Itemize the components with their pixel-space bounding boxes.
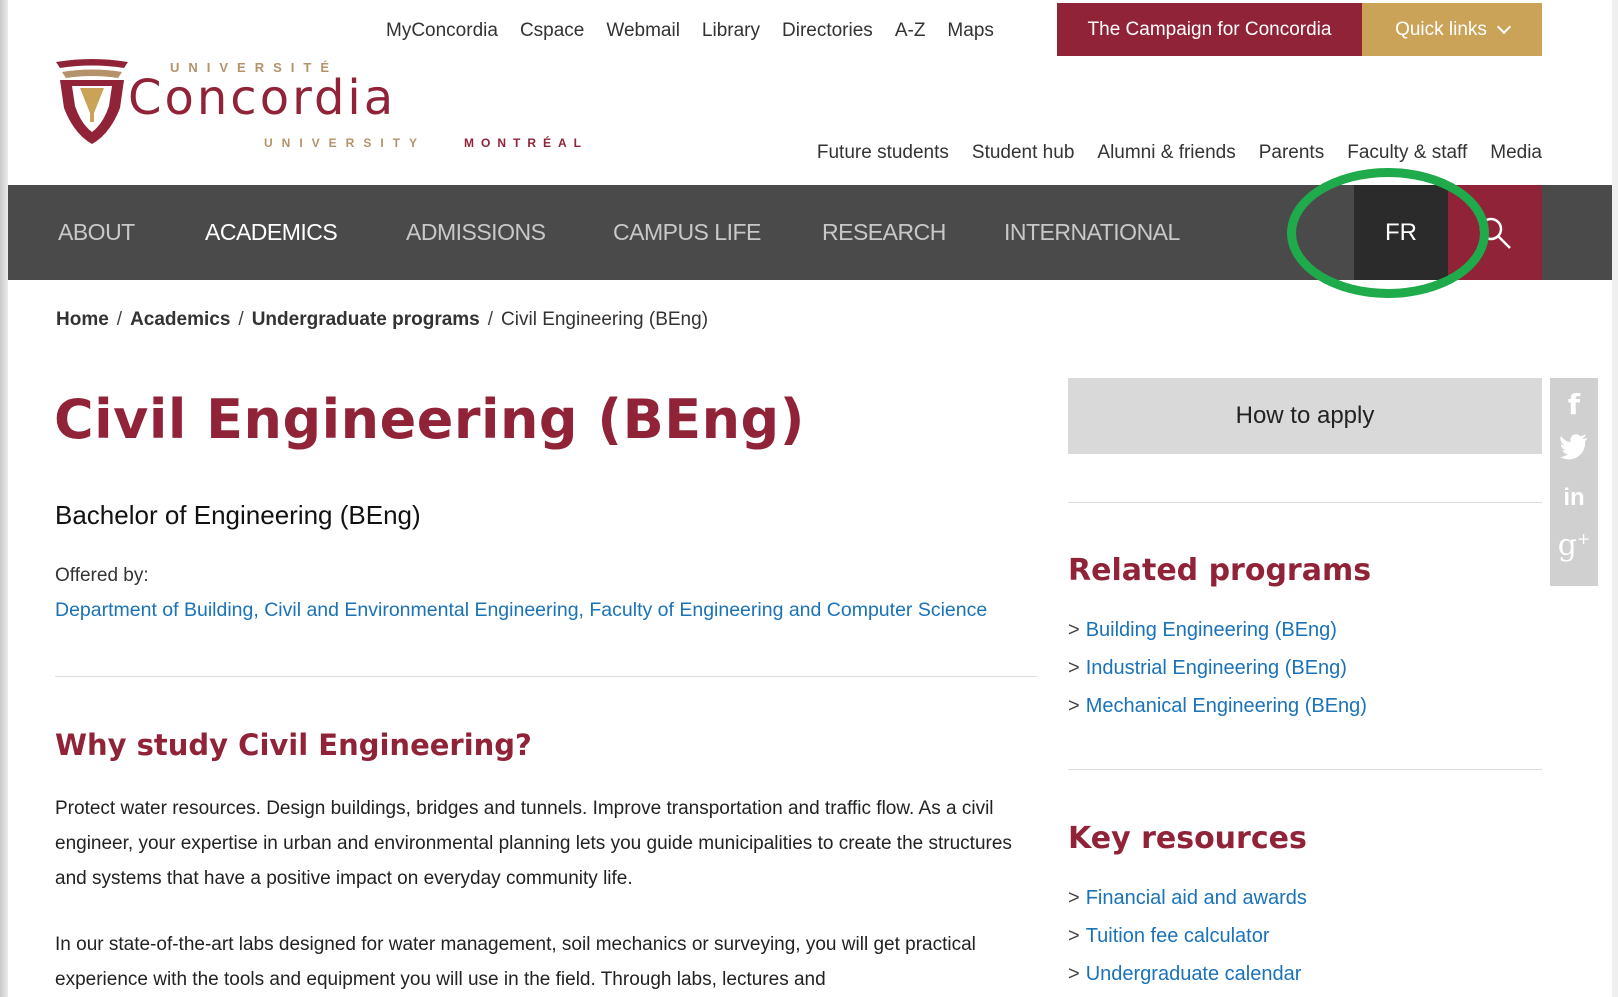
chevron-right-icon: > bbox=[1068, 963, 1080, 985]
audience-link-alumni[interactable]: Alumni & friends bbox=[1097, 140, 1235, 166]
resource-link[interactable]: Tuition fee calculator bbox=[1086, 925, 1270, 947]
breadcrumb-current: Civil Engineering (BEng) bbox=[501, 309, 709, 330]
related-program-item[interactable]: > Industrial Engineering (BEng) bbox=[1068, 649, 1367, 687]
resource-link[interactable]: Financial aid and awards bbox=[1086, 887, 1307, 909]
breadcrumb-undergraduate[interactable]: Undergraduate programs bbox=[252, 309, 480, 330]
nav-item-about[interactable]: ABOUT bbox=[58, 185, 135, 280]
social-share-bar: f in g+ bbox=[1550, 378, 1598, 586]
utility-link-directories[interactable]: Directories bbox=[782, 18, 873, 44]
utility-link-myconcordia[interactable]: MyConcordia bbox=[386, 18, 498, 44]
related-program-link[interactable]: Industrial Engineering (BEng) bbox=[1086, 657, 1347, 679]
utility-nav: MyConcordia Cspace Webmail Library Direc… bbox=[386, 18, 1016, 44]
chevron-right-icon: > bbox=[1068, 657, 1080, 679]
chevron-right-icon: > bbox=[1068, 695, 1080, 717]
resource-link[interactable]: Undergraduate calendar bbox=[1086, 963, 1302, 985]
breadcrumb-home[interactable]: Home bbox=[56, 309, 109, 330]
campaign-button[interactable]: The Campaign for Concordia bbox=[1057, 3, 1362, 56]
window-right-edge bbox=[1612, 0, 1618, 997]
resource-item[interactable]: > Financial aid and awards bbox=[1068, 879, 1307, 917]
breadcrumb-academics[interactable]: Academics bbox=[130, 309, 230, 330]
quick-links-label: Quick links bbox=[1395, 18, 1487, 40]
search-icon bbox=[1479, 217, 1511, 249]
breadcrumb-separator: / bbox=[238, 309, 244, 330]
chevron-down-icon bbox=[1496, 19, 1511, 34]
google-plus-icon[interactable]: g+ bbox=[1550, 528, 1598, 563]
concordia-logo[interactable]: UNIVERSITÉ Concordia UNIVERSITY MONTRÉAL bbox=[54, 56, 614, 156]
utility-link-webmail[interactable]: Webmail bbox=[606, 18, 680, 44]
breadcrumb: Home / Academics / Undergraduate programs / Ci… bbox=[56, 309, 708, 331]
logo-montreal-text: MONTRÉAL bbox=[464, 136, 588, 150]
faculty-link[interactable]: Faculty of Engineering and Computer Scie… bbox=[589, 599, 987, 621]
main-nav: ABOUT ACADEMICS ADMISSIONS CAMPUS LIFE R… bbox=[8, 185, 1618, 280]
nav-item-academics[interactable]: ACADEMICS bbox=[205, 185, 338, 280]
degree-subtitle: Bachelor of Engineering (BEng) bbox=[55, 500, 421, 530]
audience-link-parents[interactable]: Parents bbox=[1259, 140, 1324, 166]
audience-nav: Future students Student hub Alumni & fri… bbox=[794, 140, 1542, 166]
nav-item-campus-life[interactable]: CAMPUS LIFE bbox=[613, 185, 761, 280]
resource-item[interactable]: > Tuition fee calculator bbox=[1068, 917, 1307, 955]
related-programs-heading: Related programs bbox=[1068, 553, 1372, 588]
offered-by-label: Offered by: bbox=[55, 565, 149, 586]
department-link[interactable]: Department of Building, Civil and Enviro… bbox=[55, 599, 579, 621]
related-program-link[interactable]: Mechanical Engineering (BEng) bbox=[1086, 695, 1367, 717]
nav-item-international[interactable]: INTERNATIONAL bbox=[1004, 185, 1180, 280]
logo-university-text: UNIVERSITY bbox=[264, 136, 427, 150]
chevron-right-icon: > bbox=[1068, 925, 1080, 947]
offered-by-links: Department of Building, Civil and Enviro… bbox=[55, 599, 987, 622]
audience-link-faculty-staff[interactable]: Faculty & staff bbox=[1347, 140, 1467, 166]
quick-links-button[interactable]: Quick links bbox=[1362, 3, 1542, 56]
key-resources-heading: Key resources bbox=[1068, 821, 1307, 856]
why-study-heading: Why study Civil Engineering? bbox=[55, 728, 532, 762]
breadcrumb-separator: / bbox=[116, 309, 123, 330]
utility-link-cspace[interactable]: Cspace bbox=[520, 18, 584, 44]
twitter-icon[interactable] bbox=[1550, 434, 1598, 465]
audience-link-student-hub[interactable]: Student hub bbox=[972, 140, 1074, 166]
sidebar-divider bbox=[1068, 769, 1542, 770]
how-to-apply-button[interactable]: How to apply bbox=[1068, 378, 1542, 454]
nav-item-research[interactable]: RESEARCH bbox=[822, 185, 946, 280]
logo-wordmark: Concordia bbox=[128, 70, 397, 126]
resource-item[interactable]: > Undergraduate calendar bbox=[1068, 955, 1307, 993]
sidebar-divider bbox=[1068, 502, 1542, 503]
language-toggle-button[interactable]: FR bbox=[1354, 185, 1448, 280]
content-divider bbox=[55, 676, 1037, 677]
related-program-link[interactable]: Building Engineering (BEng) bbox=[1086, 619, 1337, 641]
chevron-right-icon: > bbox=[1068, 619, 1080, 641]
page-title: Civil Engineering (BEng) bbox=[54, 388, 805, 451]
breadcrumb-separator: / bbox=[487, 309, 494, 330]
linkedin-icon[interactable]: in bbox=[1550, 484, 1598, 512]
search-button[interactable] bbox=[1448, 185, 1542, 280]
facebook-icon[interactable]: f bbox=[1550, 388, 1598, 421]
link-comma: , bbox=[578, 599, 590, 621]
audience-link-future-students[interactable]: Future students bbox=[817, 140, 949, 166]
related-programs-list: > Building Engineering (BEng) > Industrial… bbox=[1068, 611, 1367, 725]
utility-link-a-z[interactable]: A-Z bbox=[895, 18, 926, 44]
utility-link-library[interactable]: Library bbox=[702, 18, 760, 44]
audience-link-media[interactable]: Media bbox=[1490, 140, 1542, 166]
utility-link-maps[interactable]: Maps bbox=[947, 18, 993, 44]
related-program-item[interactable]: > Building Engineering (BEng) bbox=[1068, 611, 1367, 649]
window-left-edge bbox=[0, 0, 8, 997]
chevron-right-icon: > bbox=[1068, 887, 1080, 909]
labs-paragraph: In our state-of-the-art labs designed fo… bbox=[55, 934, 976, 990]
nav-item-admissions[interactable]: ADMISSIONS bbox=[406, 185, 546, 280]
twitter-bird-shape bbox=[1560, 434, 1587, 460]
related-program-item[interactable]: > Mechanical Engineering (BEng) bbox=[1068, 687, 1367, 725]
key-resources-list: > Financial aid and awards > Tuition fee c… bbox=[1068, 879, 1307, 993]
shield-logo-icon bbox=[56, 59, 128, 144]
intro-paragraph: Protect water resources. Design building… bbox=[55, 798, 1012, 889]
